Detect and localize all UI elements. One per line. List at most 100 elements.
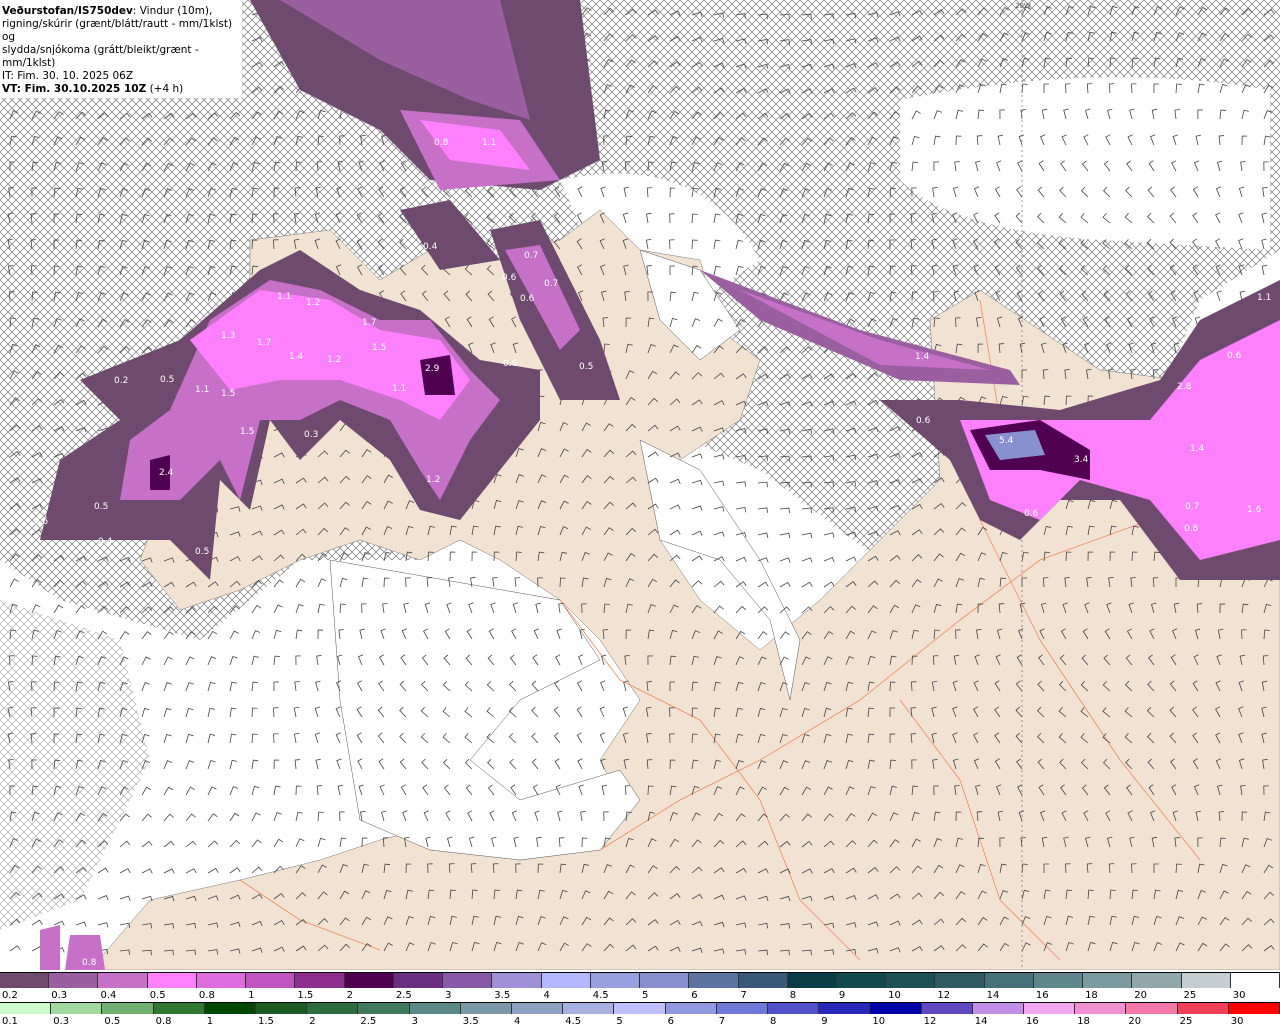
colorbar-label: 4.5 (565, 1016, 582, 1027)
colorbar-label: 4.5 (592, 990, 609, 1001)
colorbar-label: 10 (872, 1016, 886, 1027)
colorbar-label: 9 (838, 990, 846, 1001)
colorbar-label: 0.5 (149, 990, 166, 1001)
map-header: Veðurstofan/IS750dev: Vindur (10m), rign… (0, 0, 242, 98)
precip-value-label: 2.4 (159, 468, 174, 478)
precip-value-label: 1.1 (195, 385, 209, 395)
precip-value-label: 5.4 (999, 436, 1014, 446)
colorbar-label: 5 (616, 1016, 623, 1027)
precip-value-label: 1.4 (915, 352, 930, 362)
precip-value-label: 0.4 (98, 537, 113, 547)
colorbar-label: 2 (309, 1016, 316, 1027)
colorbar-label: 8 (789, 990, 797, 1001)
colorbar-swatch (393, 973, 444, 989)
colorbar-label: 0.4 (100, 990, 117, 1001)
colorbar-label: 6 (667, 1016, 674, 1027)
source-name: Veðurstofan/IS750dev (2, 5, 133, 17)
colorbar-swatch (1132, 973, 1182, 989)
meridian-label: 20W (1015, 2, 1031, 10)
colorbar-swatch (492, 973, 542, 989)
colorbar-swatch (1181, 973, 1231, 989)
precip-value-label: 1.5 (221, 389, 235, 399)
precip-value-label: 0.8 (82, 958, 97, 968)
colorbar-label: 8 (770, 1016, 777, 1027)
colorbar-swatch (98, 973, 148, 989)
precip-value-label: 1.4 (1190, 444, 1205, 454)
colorbar-label: 18 (1077, 1016, 1090, 1027)
colorbar-label: 20 (1134, 990, 1148, 1001)
colorbar-label: 30 (1232, 990, 1246, 1001)
colorbar-swatch (640, 973, 690, 989)
colorbar-label: 4 (514, 1016, 521, 1027)
colorbar-swatch (787, 973, 837, 989)
precip-value-label: 0.6 (520, 294, 535, 304)
colorbar-label: 12 (937, 990, 951, 1001)
colorbar-swatch (836, 973, 887, 989)
colorbar-label: 0.3 (51, 990, 68, 1001)
colorbar-label: 0.3 (53, 1016, 70, 1027)
colorbar-label: 7 (740, 990, 747, 1001)
precip-value-label: 1.4 (289, 352, 304, 362)
precip-value-label: 0.5 (579, 362, 593, 372)
colorbar-label: 20 (1128, 1016, 1142, 1027)
colorbar-label: 1.5 (297, 990, 314, 1001)
colorbar-label: 30 (1230, 1016, 1244, 1027)
precip-value-label: 1.1 (392, 384, 406, 394)
description-line-1: : Vindur (10m), (132, 5, 213, 17)
precip-value-label: 0.8 (1184, 524, 1199, 534)
description-line-3: slydda/snjókoma (grátt/bleikt/grænt - mm… (2, 44, 199, 69)
colorbar-swatch (295, 973, 345, 989)
colorbar-label: 12 (923, 1016, 937, 1027)
init-time: IT: Fim. 30. 10. 2025 06Z (2, 70, 134, 82)
colorbar-swatch (49, 973, 99, 989)
precip-value-label: 0.7 (544, 279, 558, 289)
colorbar-label: 10 (888, 990, 901, 1001)
valid-time: VT: Fim. 30.10.2025 10Z (2, 83, 147, 95)
colorbar-swatch (984, 973, 1034, 989)
colorbar-label: 3 (445, 990, 452, 1001)
colorbar-label: 3 (411, 1016, 418, 1027)
lead-time: (+4 h) (146, 83, 184, 95)
colorbar-label: 3.5 (462, 1016, 479, 1027)
precip-value-label: 1.2 (327, 355, 341, 365)
precip-value-label: 0.4 (423, 242, 438, 252)
precip-value-label: 1.5 (372, 343, 386, 353)
rain-colorbar-labels: 0.1 0.3 0.5 0.8 1 1.5 2 2.5 3 3.5 4 4.5 5 6 7 8 9 10 12 14 1… (0, 1014, 1280, 1030)
colorbar-label: 25 (1183, 990, 1197, 1001)
colorbar-swatch (935, 973, 985, 989)
precip-value-label: 2.8 (1177, 382, 1192, 392)
weather-map: 20W 0.8 1.1 0.4 0.7 0.6 0.6 0.7 1.1 1.2 1.3 1.7 1.4… (0, 0, 1280, 970)
precip-value-label: 1.2 (426, 475, 440, 485)
colorbar-label: 5 (642, 990, 649, 1001)
precip-value-label: 0.6 (1227, 351, 1242, 361)
colorbar-label: 0.1 (2, 1016, 18, 1027)
colorbar-swatch (344, 973, 394, 989)
precip-value-label: 0.8 (434, 138, 449, 148)
precip-value-label: 1.7 (362, 318, 376, 328)
precip-value-label: 1.7 (257, 338, 271, 348)
precip-value-label: 1.5 (240, 427, 254, 437)
precip-value-label: 0.2 (114, 376, 128, 386)
colorbar-label: 3.5 (494, 990, 511, 1001)
precip-value-label: 0.6 (916, 416, 931, 426)
colorbar-label: 18 (1085, 990, 1098, 1001)
precip-value-label: 1.6 (1247, 505, 1262, 515)
colorbar-label: 1 (206, 1016, 214, 1027)
colorbar-swatch (738, 973, 788, 989)
colorbar-swatch (1083, 973, 1133, 989)
colorbar-swatch (246, 973, 296, 989)
colorbar-swatch (147, 973, 197, 989)
colorbar-label: 6 (691, 990, 698, 1001)
colorbar-swatch (196, 973, 247, 989)
colorbar-swatch (1033, 973, 1084, 989)
precip-value-label: 1.1 (277, 292, 291, 302)
colorbar-label: 0.5 (104, 1016, 121, 1027)
precip-value-label: 0.5 (195, 547, 209, 557)
colorbar-label: 14 (986, 990, 1000, 1001)
precip-value-label: 0.5 (34, 517, 48, 527)
precip-value-label: 0.7 (524, 251, 538, 261)
colorbar-swatch (1230, 973, 1280, 989)
colorbar-label: 0.2 (2, 990, 18, 1001)
colorbar-swatch (443, 973, 493, 989)
precip-value-label: 0.5 (94, 502, 108, 512)
